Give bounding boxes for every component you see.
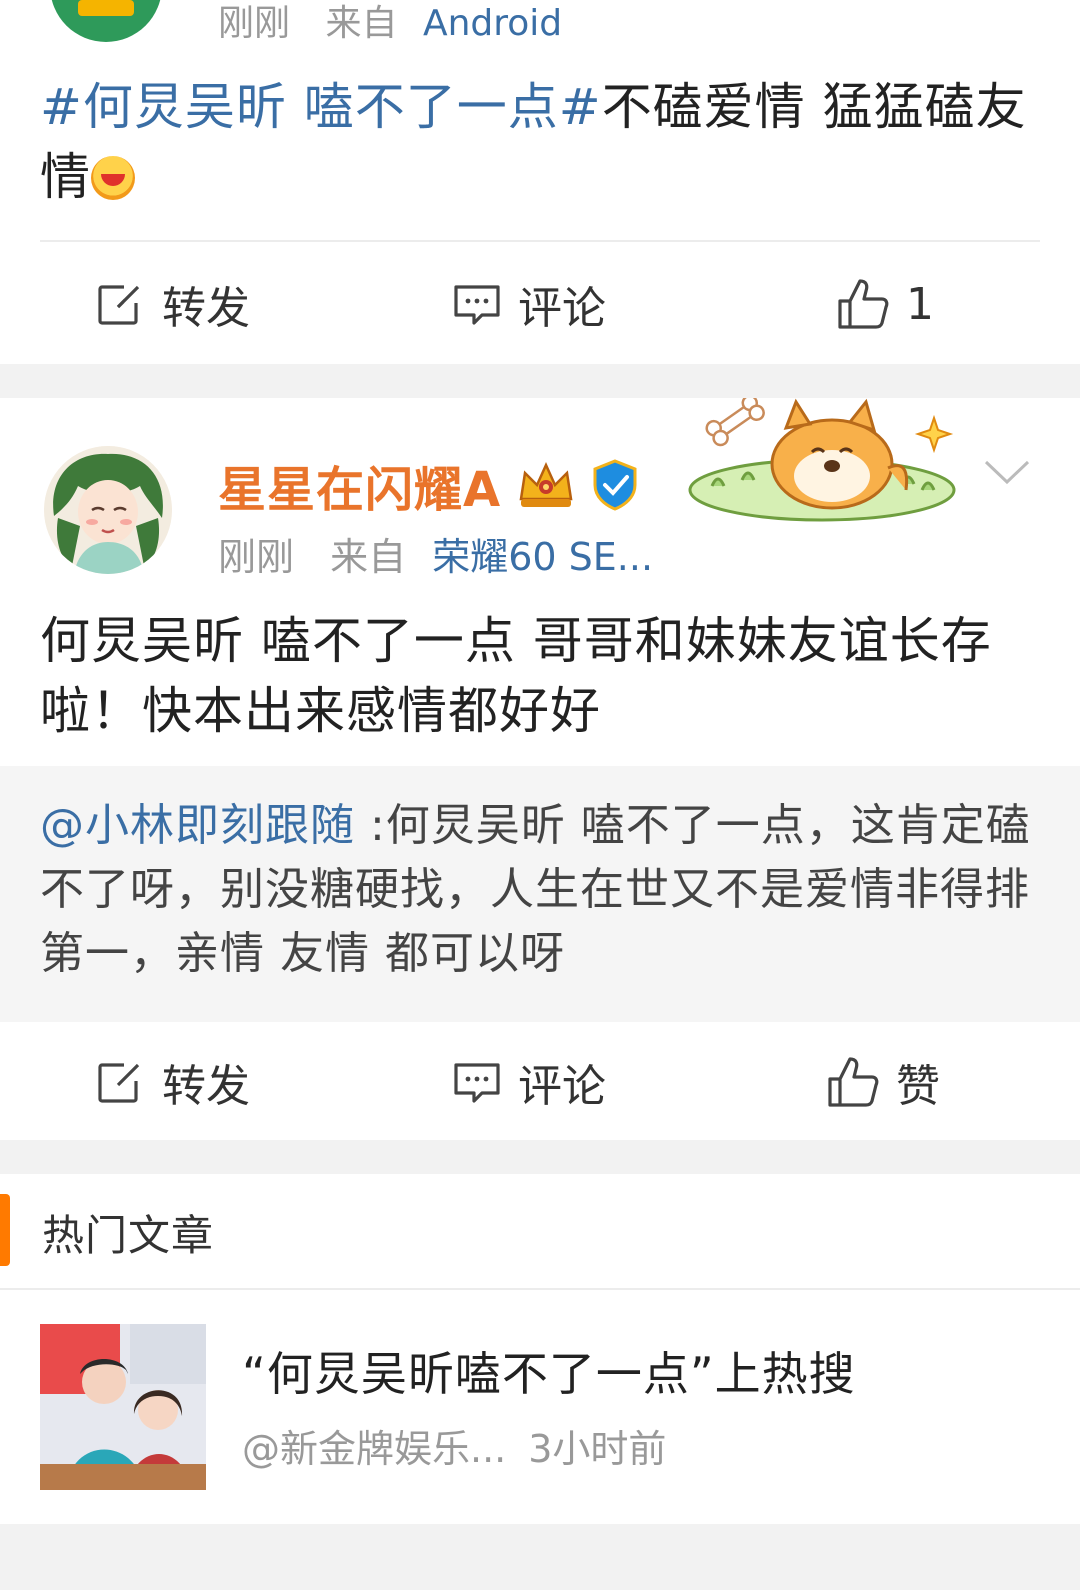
article-title[interactable]: “何炅吴昕嗑不了一点”上热搜 (242, 1338, 856, 1404)
username-row: 星星在闪耀A (218, 450, 639, 520)
post-time: 刚刚 (218, 535, 295, 579)
section-gap (0, 364, 1080, 398)
post-time: 刚刚 (218, 3, 291, 44)
avatar-badge (78, 0, 134, 16)
like-label: 赞 (896, 1061, 940, 1112)
repost-label: 转发 (162, 283, 250, 334)
repost-icon (96, 279, 146, 329)
avatar[interactable] (44, 446, 172, 574)
hug-emoji-icon (91, 156, 135, 200)
quoted-post[interactable]: @小林即刻跟随 :何炅吴昕 嗑不了一点，这肯定磕不了呀，别没糖硬找，人生在世又不… (0, 766, 1080, 1022)
like-button[interactable]: 赞 (826, 1022, 940, 1142)
article-author[interactable]: @新金牌娱乐... (242, 1427, 506, 1471)
mention-link[interactable]: @小林即刻跟随 (40, 800, 355, 851)
topic-link[interactable]: #何炅吴昕 嗑不了一点# (40, 78, 602, 136)
divider (40, 240, 1040, 242)
like-button[interactable]: 1 (836, 244, 934, 364)
shiba-dog-decoration-icon (682, 398, 962, 528)
section-gap (0, 1524, 1080, 1590)
post-text: #何炅吴昕 嗑不了一点#不磕爱情 猛猛磕友情 (40, 72, 1040, 212)
post-meta: 刚刚 来自 Android (218, 0, 562, 46)
thumbs-up-icon (836, 277, 890, 331)
hot-articles-card: 热门文章 “何炅吴昕嗑不了一点”上热搜 @新金牌娱乐... 3小时前 (0, 1174, 1080, 1568)
source-prefix: 来自 (325, 3, 398, 44)
username[interactable]: 星星在闪耀A (218, 450, 501, 520)
hot-articles-header: 热门文章 (0, 1174, 1080, 1288)
post-text: 何炅吴昕 嗑不了一点 哥哥和妹妹友谊长存啦！快本出来感情都好好 (40, 612, 992, 740)
comment-icon (452, 279, 502, 329)
post-card-1: 刚刚 来自 Android #何炅吴昕 嗑不了一点#不磕爱情 猛猛磕友情 转发 … (0, 0, 1080, 364)
source-prefix: 来自 (330, 535, 407, 579)
post-card-2: 星星在闪耀A 刚刚 来自 荣耀60 SE... 何炅吴昕 嗑不了一点 哥哥和妹妹… (0, 398, 1080, 1140)
source-link[interactable]: 荣耀60 SE... (432, 535, 653, 579)
article-meta: @新金牌娱乐... 3小时前 (242, 1418, 666, 1473)
comment-label: 评论 (518, 1061, 606, 1112)
post-meta: 刚刚 来自 荣耀60 SE... (218, 526, 653, 581)
article-item[interactable]: “何炅吴昕嗑不了一点”上热搜 @新金牌娱乐... 3小时前 (0, 1290, 1080, 1530)
repost-label: 转发 (162, 1061, 250, 1112)
verified-shield-icon (591, 459, 639, 511)
avatar[interactable] (50, 0, 162, 42)
like-count: 1 (906, 278, 934, 330)
crown-badge-icon (515, 459, 577, 511)
accent-bar (0, 1194, 10, 1266)
comment-label: 评论 (518, 283, 606, 334)
repost-button[interactable]: 转发 (96, 244, 250, 364)
repost-icon (96, 1057, 146, 1107)
quoted-text: @小林即刻跟随 :何炅吴昕 嗑不了一点，这肯定磕不了呀，别没糖硬找，人生在世又不… (40, 794, 1040, 986)
repost-button[interactable]: 转发 (96, 1022, 250, 1142)
thumbs-up-icon (826, 1055, 880, 1109)
action-bar: 转发 评论 赞 (0, 1022, 1080, 1142)
source-link[interactable]: Android (423, 3, 562, 44)
article-thumbnail (40, 1324, 206, 1490)
chevron-down-icon[interactable] (982, 458, 1032, 488)
section-title: 热门文章 (42, 1211, 215, 1260)
comment-button[interactable]: 评论 (452, 244, 606, 364)
article-time: 3小时前 (528, 1427, 667, 1471)
comment-icon (452, 1057, 502, 1107)
comment-button[interactable]: 评论 (452, 1022, 606, 1142)
section-gap (0, 1140, 1080, 1174)
action-bar: 转发 评论 1 (0, 244, 1080, 364)
